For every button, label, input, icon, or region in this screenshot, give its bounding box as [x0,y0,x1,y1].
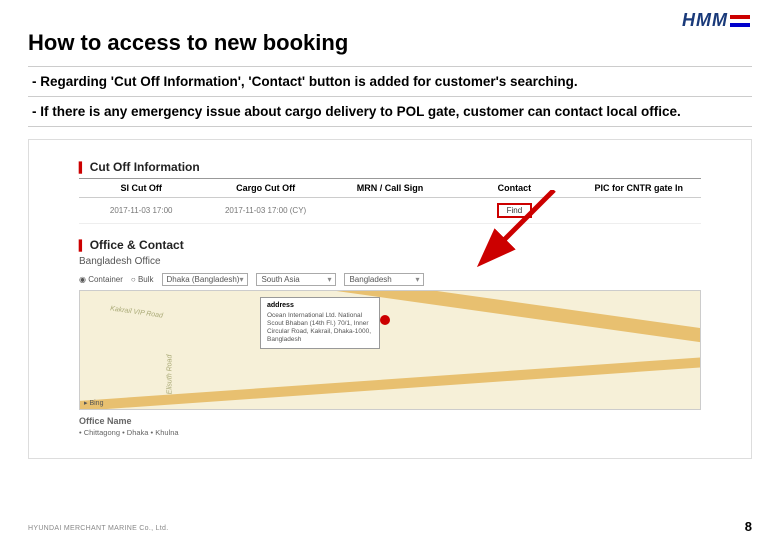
office-name-label: Office Name [79,416,701,426]
city-list: • Chittagong • Dhaka • Khulna [79,428,701,437]
col-pic: PIC for CNTR gate In [577,179,701,198]
callout-body: Ocean International Ltd. National Scout … [267,312,371,342]
map-pin-icon [380,315,390,325]
cutoff-heading: Cut Off Information [79,160,701,174]
page-number: 8 [745,519,752,534]
logo-text: HMM [682,10,728,30]
col-cargo: Cargo Cut Off [203,179,327,198]
col-si: SI Cut Off [79,179,203,198]
office-sub: Bangladesh Office [79,256,701,267]
bullet-item: - Regarding 'Cut Off Information', 'Cont… [28,66,752,97]
footer-company: HYUNDAI MERCHANT MARINE Co., Ltd. [28,525,168,532]
flag-icon [730,15,750,27]
bullet-list: - Regarding 'Cut Off Information', 'Cont… [28,66,752,127]
select-region[interactable]: South Asia [256,273,336,286]
callout-title: address [267,302,373,310]
find-button[interactable]: Find [497,203,533,218]
hmm-logo: HMM [682,10,750,31]
radio-container[interactable]: ◉ Container [79,275,123,284]
radio-bulk[interactable]: ○ Bulk [131,275,154,284]
cell-mrn [328,198,452,224]
page-title: How to access to new booking [0,0,780,66]
address-callout: address Ocean International Ltd. Nationa… [260,297,380,349]
select-country[interactable]: Bangladesh [344,273,424,286]
screenshot-panel: Cut Off Information SI Cut Off Cargo Cut… [28,139,752,459]
road-label: Elisuth Road [166,355,173,395]
cell-contact: Find [452,198,576,224]
col-contact: Contact [452,179,576,198]
col-mrn: MRN / Call Sign [328,179,452,198]
filter-row: ◉ Container ○ Bulk Dhaka (Bangladesh) So… [79,273,701,286]
office-heading: Office & Contact [79,238,701,252]
road-label: Kakrail VIP Road [110,305,164,319]
cell-pic [577,198,701,224]
map-panel[interactable]: Kakrail VIP Road Elisuth Road address Oc… [79,290,701,410]
select-city[interactable]: Dhaka (Bangladesh) [162,273,249,286]
cell-si: 2017-11-03 17:00 [79,198,203,224]
cell-cargo: 2017-11-03 17:00 (CY) [203,198,327,224]
bullet-item: - If there is any emergency issue about … [28,97,752,127]
bing-attribution: ▸ Bing [84,399,103,407]
cutoff-table: SI Cut Off Cargo Cut Off MRN / Call Sign… [79,178,701,224]
